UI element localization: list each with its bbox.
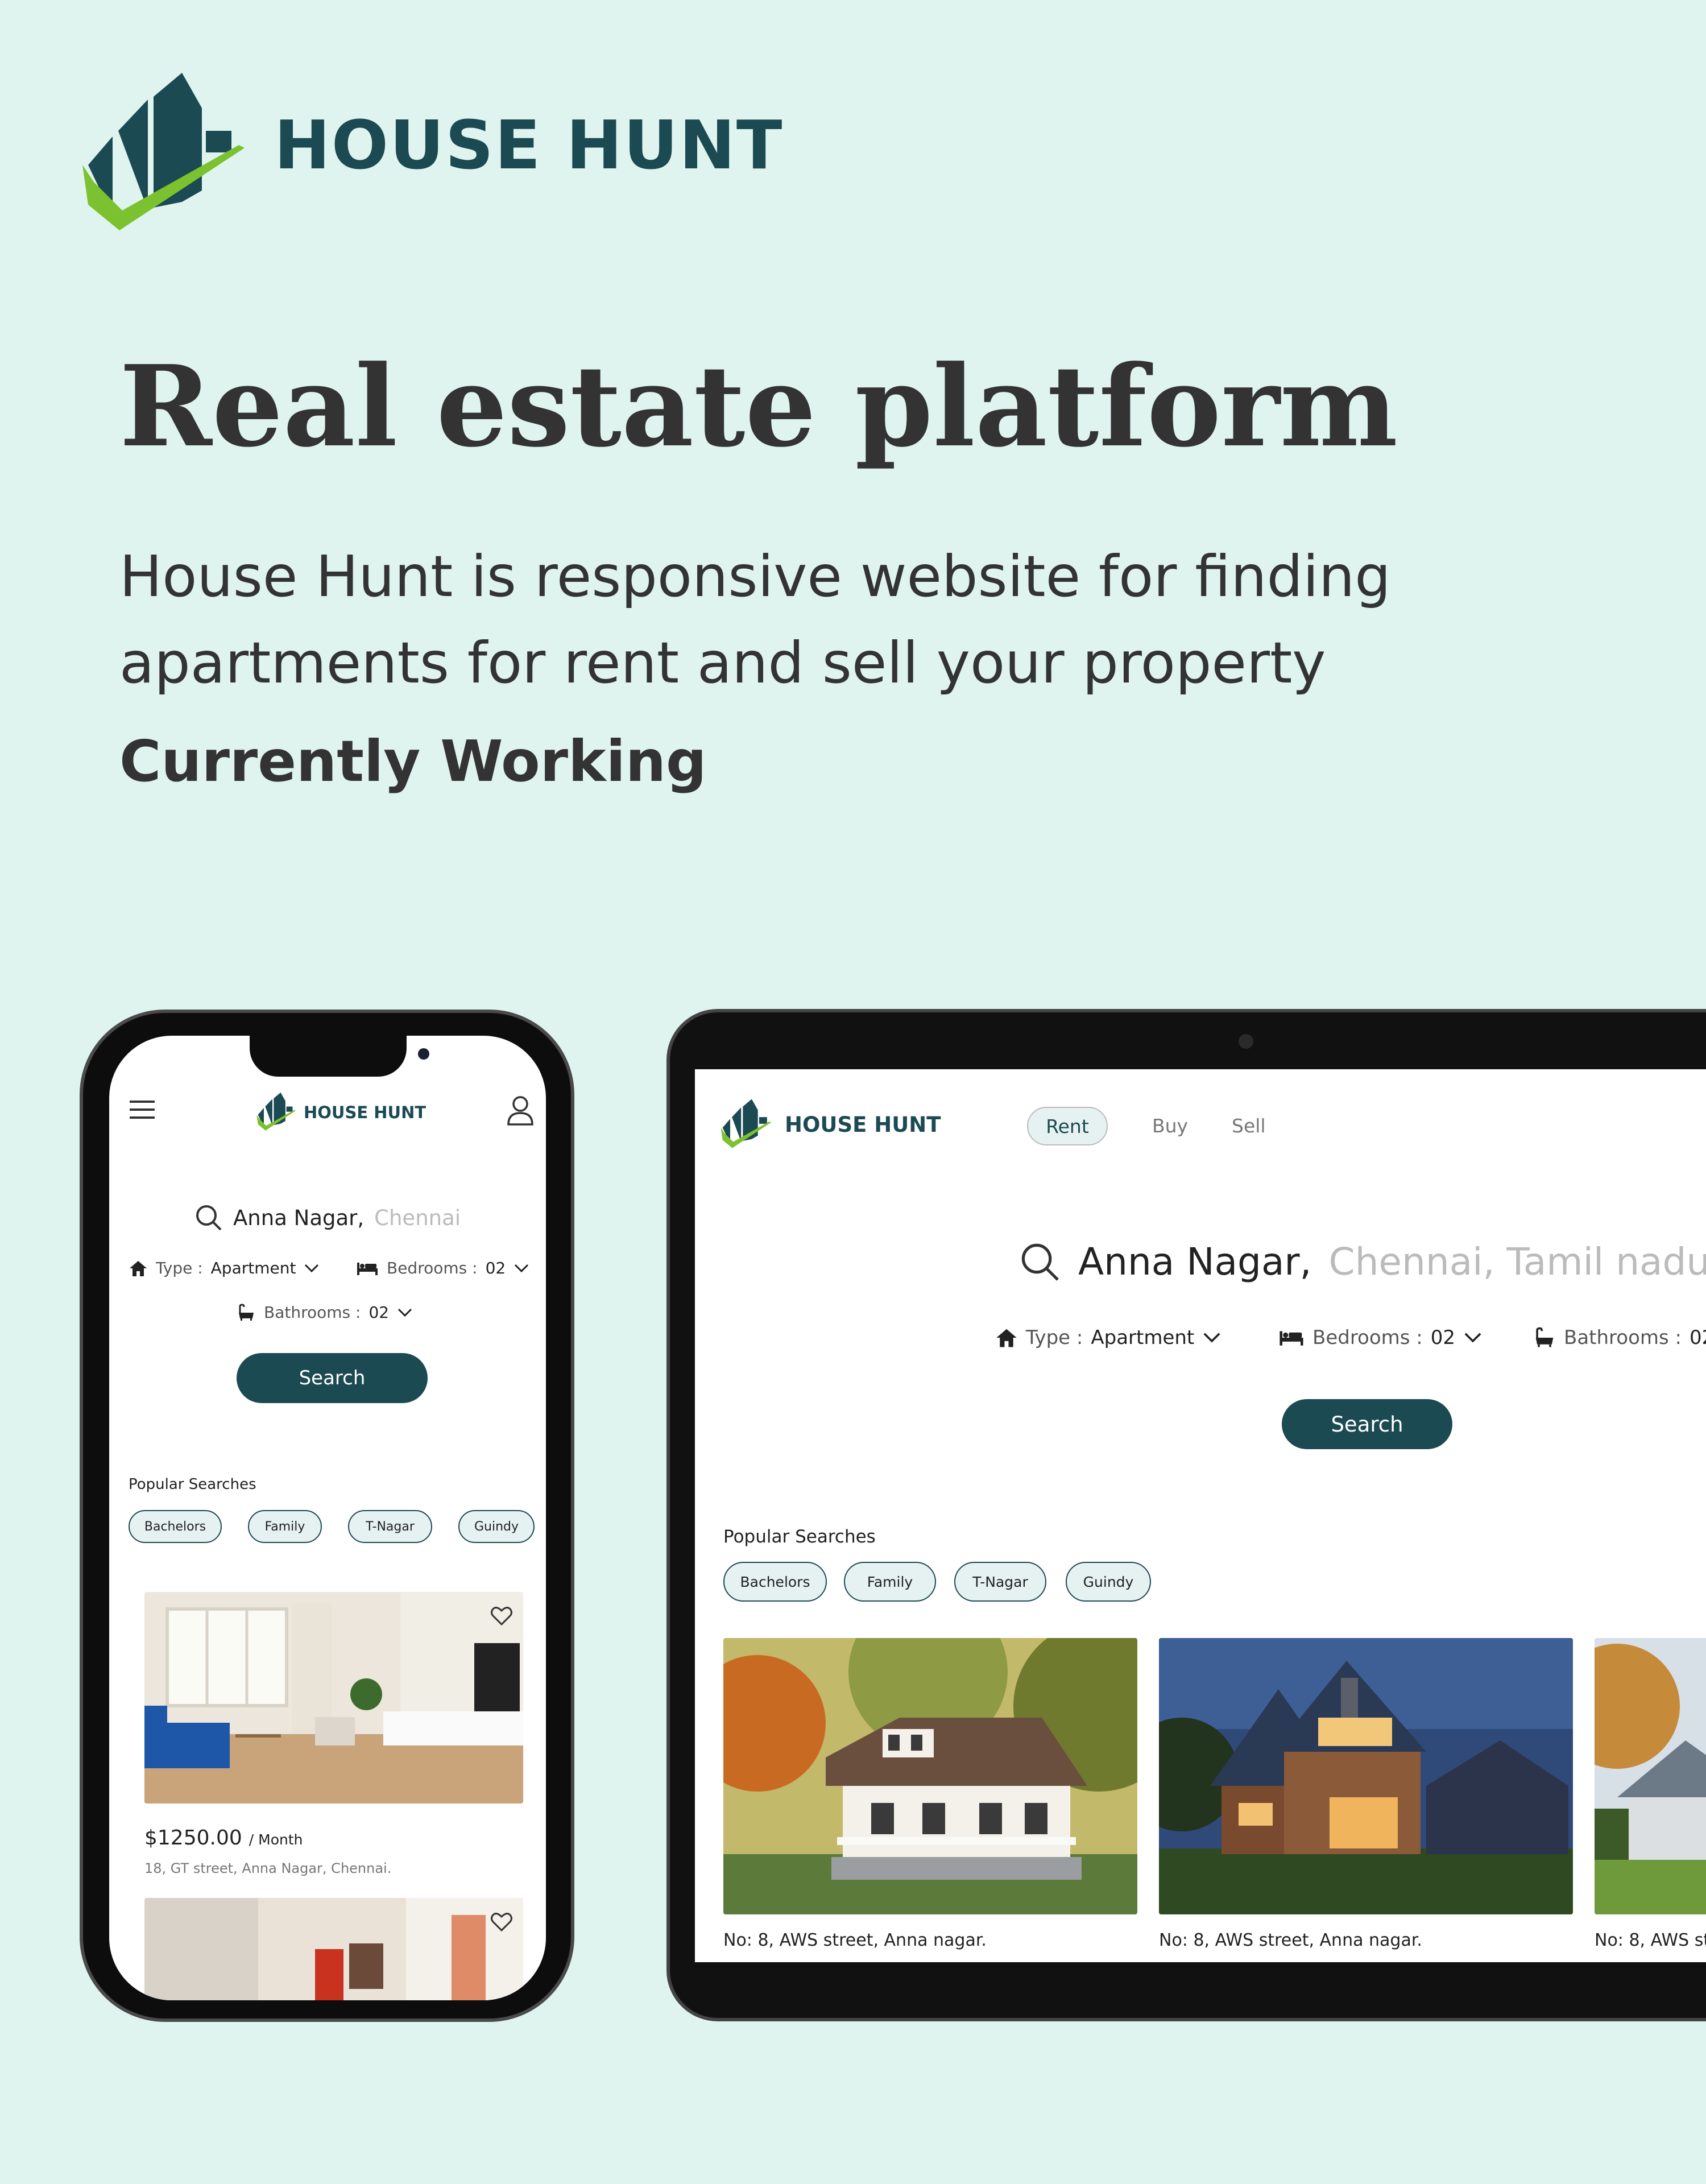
chip-bachelors[interactable]: Bachelors xyxy=(723,1562,827,1602)
listing-address: 18, GT street, Anna Nagar, Chennai. xyxy=(144,1860,392,1876)
chip-guindy[interactable]: Guindy xyxy=(458,1510,535,1543)
bedrooms-filter[interactable]: Bedrooms : 02 xyxy=(356,1259,529,1277)
bathrooms-filter-value: 02 xyxy=(1689,1326,1706,1349)
property-photo[interactable] xyxy=(1595,1638,1706,1914)
listing-price: $1250.00 / Month xyxy=(144,1826,303,1850)
chevron-down-icon xyxy=(305,1264,319,1272)
chip-family[interactable]: Family xyxy=(844,1562,936,1602)
tablet-mockup: HOUSE HUNT Rent Buy Sell Anna Nagar, Che… xyxy=(666,1009,1706,2021)
property-photo[interactable] xyxy=(1159,1638,1573,1914)
search-location-secondary: Chennai xyxy=(374,1205,461,1230)
bathrooms-filter[interactable]: Bathrooms : 02 xyxy=(237,1303,413,1322)
bathrooms-filter[interactable]: Bathrooms : 02 xyxy=(1533,1326,1706,1349)
desktop-location-search[interactable]: Anna Nagar, Chennai, Tamil nadu xyxy=(1019,1240,1706,1284)
bed-icon xyxy=(357,1262,378,1275)
brand-name: HOUSE HUNT xyxy=(274,106,784,184)
bedroom-photo xyxy=(144,1898,523,2000)
desktop-brand-name: HOUSE HUNT xyxy=(785,1112,941,1137)
type-filter-label: Type : xyxy=(1026,1326,1083,1349)
listing-price-value: $1250.00 xyxy=(144,1826,242,1850)
listing-photo[interactable] xyxy=(144,1592,523,1804)
search-button[interactable]: Search xyxy=(237,1353,428,1403)
bedrooms-filter-value: 02 xyxy=(1430,1326,1456,1349)
property-photo[interactable] xyxy=(723,1638,1137,1914)
chevron-down-icon xyxy=(1464,1333,1481,1343)
user-profile-icon[interactable] xyxy=(506,1095,535,1127)
property-address: No: 8, AWS street, Anna nagar. xyxy=(1159,1930,1422,1950)
bedrooms-filter-value: 02 xyxy=(485,1259,506,1277)
home-icon xyxy=(996,1329,1017,1347)
type-filter[interactable]: Type : Apartment xyxy=(129,1259,320,1277)
desktop-logo-icon[interactable] xyxy=(720,1098,771,1149)
living-room-photo xyxy=(144,1592,523,1804)
tablet-screen: HOUSE HUNT Rent Buy Sell Anna Nagar, Che… xyxy=(695,1069,1706,1962)
mobile-location-search[interactable]: Anna Nagar, Chennai xyxy=(194,1201,479,1235)
chevron-down-icon xyxy=(1203,1333,1220,1343)
chip-guindy[interactable]: Guindy xyxy=(1066,1562,1151,1602)
bathtub-icon xyxy=(1535,1327,1554,1347)
favorite-heart-icon[interactable] xyxy=(490,1912,513,1932)
phone-notch xyxy=(250,1036,429,1077)
hero-description: House Hunt is responsive website for fin… xyxy=(119,543,1391,696)
phone-mockup: HOUSE HUNT Anna Nagar, Chennai Type : Ap… xyxy=(80,1010,574,2022)
autumn-house-photo xyxy=(723,1638,1137,1914)
chip-t-nagar[interactable]: T-Nagar xyxy=(954,1562,1046,1602)
chip-t-nagar[interactable]: T-Nagar xyxy=(348,1510,432,1543)
bedrooms-filter-label: Bedrooms : xyxy=(387,1259,478,1277)
popular-searches-title: Popular Searches xyxy=(129,1476,256,1493)
search-location-secondary: Chennai, Tamil nadu xyxy=(1328,1240,1706,1284)
bathrooms-filter-label: Bathrooms : xyxy=(264,1303,361,1322)
mobile-logo-icon[interactable] xyxy=(256,1091,296,1131)
search-button[interactable]: Search xyxy=(1282,1399,1452,1449)
chip-family[interactable]: Family xyxy=(248,1510,322,1543)
listing-price-period: / Month xyxy=(249,1831,303,1848)
front-camera xyxy=(418,1048,429,1060)
mobile-brand-name: HOUSE HUNT xyxy=(304,1103,426,1122)
nav-sell[interactable]: Sell xyxy=(1232,1115,1266,1137)
nav-rent[interactable]: Rent xyxy=(1027,1107,1108,1145)
type-filter-value: Apartment xyxy=(210,1259,296,1277)
favorite-heart-icon[interactable] xyxy=(490,1606,513,1626)
hamburger-menu-icon[interactable] xyxy=(129,1098,156,1121)
chevron-down-icon xyxy=(515,1264,529,1272)
project-status: Currently Working xyxy=(119,728,707,795)
phone-screen: HOUSE HUNT Anna Nagar, Chennai Type : Ap… xyxy=(109,1036,546,2000)
bedrooms-filter-label: Bedrooms : xyxy=(1312,1326,1423,1349)
search-location-primary: Anna Nagar, xyxy=(1078,1240,1312,1284)
type-filter-label: Type : xyxy=(156,1259,203,1277)
tablet-camera xyxy=(1239,1034,1253,1049)
type-filter-value: Apartment xyxy=(1091,1326,1195,1349)
type-filter[interactable]: Type : Apartment xyxy=(995,1326,1221,1349)
property-address: No: 8, AWS str xyxy=(1595,1930,1706,1950)
listing-photo[interactable] xyxy=(144,1898,523,2000)
property-address: No: 8, AWS street, Anna nagar. xyxy=(723,1930,987,1950)
search-location-primary: Anna Nagar, xyxy=(233,1205,365,1230)
bathtub-icon xyxy=(239,1303,254,1321)
nav-buy[interactable]: Buy xyxy=(1152,1115,1188,1137)
dusk-house-photo xyxy=(1159,1638,1573,1914)
hero-title: Real estate platform xyxy=(119,341,1398,472)
house-hunt-logo xyxy=(82,73,245,230)
chevron-down-icon xyxy=(398,1308,412,1317)
bedrooms-filter[interactable]: Bedrooms : 02 xyxy=(1278,1326,1483,1349)
bathrooms-filter-label: Bathrooms : xyxy=(1564,1326,1682,1349)
popular-searches-title: Popular Searches xyxy=(723,1527,876,1547)
bathrooms-filter-value: 02 xyxy=(368,1303,390,1322)
chip-bachelors[interactable]: Bachelors xyxy=(129,1510,222,1543)
suburban-house-photo xyxy=(1595,1638,1706,1914)
search-icon xyxy=(1021,1243,1059,1281)
home-icon xyxy=(130,1260,147,1276)
search-icon xyxy=(196,1205,222,1231)
bed-icon xyxy=(1280,1331,1303,1346)
